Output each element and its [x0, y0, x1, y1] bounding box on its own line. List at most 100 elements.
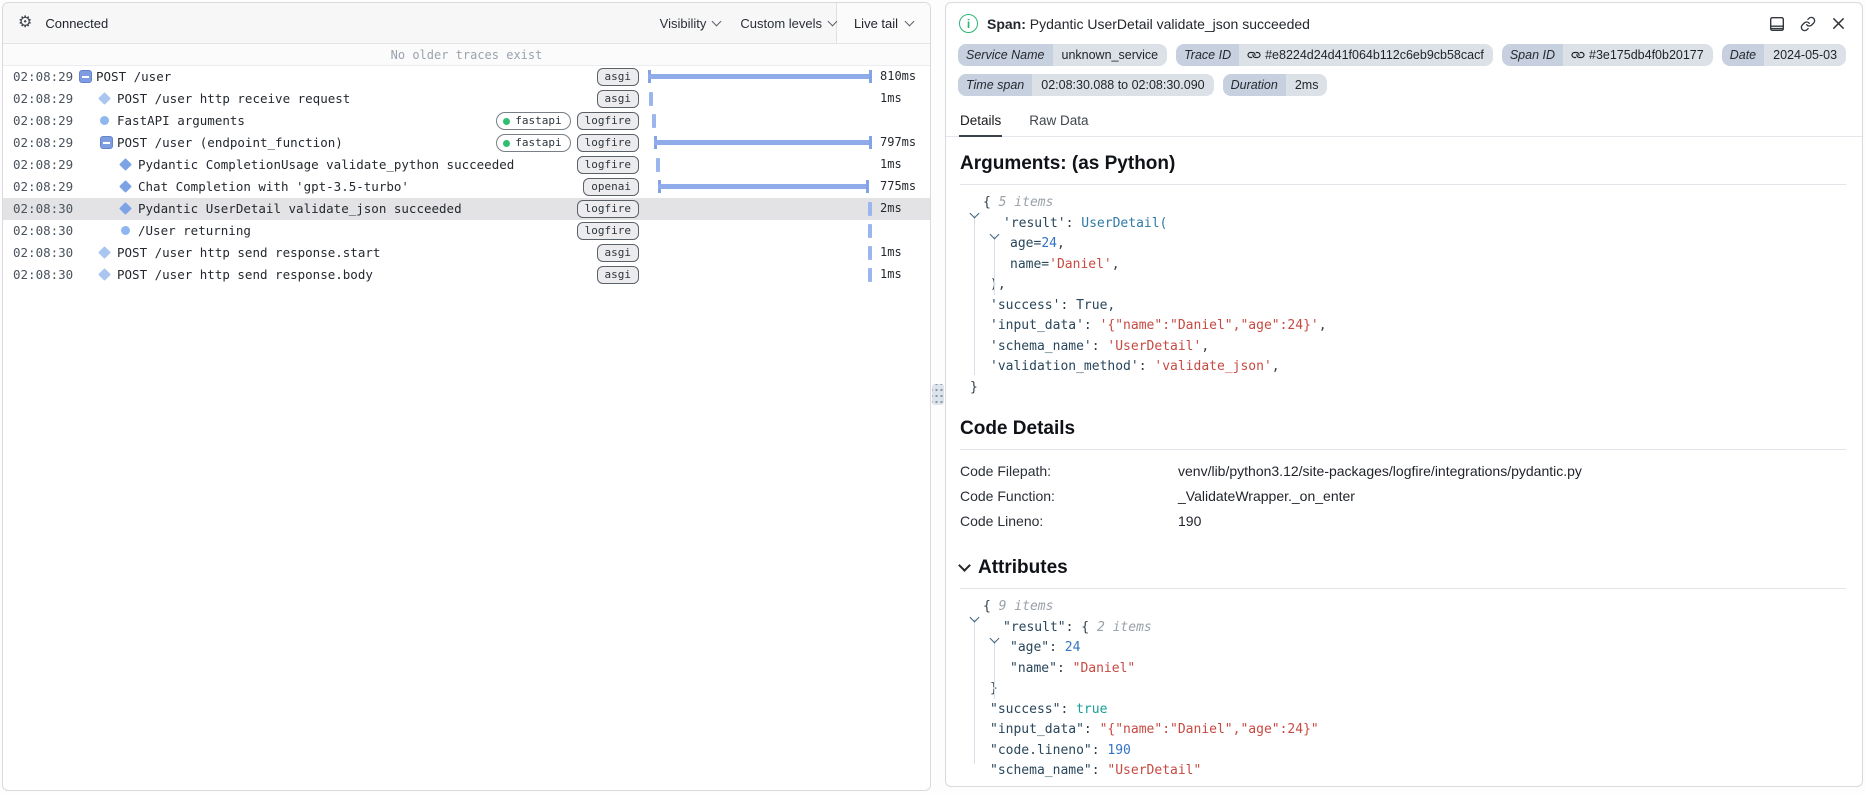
duration-tick — [868, 224, 872, 238]
duration-tick — [867, 202, 872, 216]
duration-bar-zone — [648, 176, 872, 198]
code-token-p: { — [983, 195, 999, 210]
tag-badge-asgi: asgi — [596, 68, 639, 86]
code-line: 'input_data': '{"name":"Daniel","age":24… — [960, 316, 1846, 337]
code-token-p: : — [1060, 297, 1077, 313]
tab-raw-data[interactable]: Raw Data — [1028, 108, 1089, 137]
trace-row-badges: asgi — [596, 266, 639, 284]
trace-row-duration: 1ms — [880, 91, 902, 105]
meta-badge-value: 2ms — [1285, 74, 1328, 96]
copy-link-icon[interactable] — [1800, 16, 1816, 32]
code-token-key: "success" — [990, 701, 1061, 717]
code-detail-value: 190 — [1178, 513, 1202, 529]
tag-badge-logfire: logfire — [576, 156, 639, 174]
code-token-p: : — [1083, 318, 1100, 333]
trace-row-time: 02:08:29 — [13, 69, 74, 84]
collapse-chevron-icon[interactable] — [958, 559, 971, 572]
scope-dot-icon — [503, 117, 511, 125]
code-token-key: 'validation_method' — [990, 359, 1139, 374]
code-token-str: '{"name":"Daniel","age":24}' — [1099, 318, 1319, 333]
duration-bar-zone — [648, 264, 872, 286]
panel-resize-handle[interactable] — [932, 384, 944, 405]
duration-tick — [655, 158, 660, 172]
span-diamond-icon — [119, 180, 132, 193]
custom-levels-dropdown[interactable]: Custom levels — [740, 16, 838, 31]
log-circle-icon — [121, 226, 130, 235]
code-token-p: : — [1083, 722, 1100, 737]
link-icon[interactable] — [1246, 47, 1263, 64]
code-line: "result": { 2 items — [960, 618, 1846, 639]
arguments-heading: Arguments: (as Python) — [960, 153, 1846, 185]
detail-tabs: Details Raw Data — [946, 107, 1862, 137]
collapse-toggle-icon[interactable] — [79, 70, 92, 83]
trace-row[interactable]: 02:08:29 Chat Completion with 'gpt-3.5-tu… — [3, 176, 930, 198]
duration-bar-zone — [648, 132, 873, 154]
meta-badge-service-name: Service Name unknown_service — [958, 44, 1168, 66]
trace-row-time: 02:08:30 — [13, 267, 74, 282]
trace-row-duration: 797ms — [880, 135, 917, 149]
meta-badge-value: #3e175db4f0b20177 — [1563, 44, 1713, 66]
code-detail-label: Code Filepath: — [960, 463, 1052, 479]
tag-badge-asgi: asgi — [596, 90, 639, 108]
code-token-p: } — [970, 379, 978, 395]
dock-panel-icon[interactable] — [1769, 16, 1785, 32]
trace-row[interactable]: 02:08:30 POST /user http send response.st… — [3, 242, 930, 264]
trace-row[interactable]: 02:08:29 Pydantic CompletionUsage validat… — [3, 154, 930, 176]
trace-row-time: 02:08:29 — [13, 157, 74, 172]
tab-details[interactable]: Details — [959, 108, 1003, 137]
trace-row-badges: fastapi logfire — [496, 112, 639, 130]
scope-dot-icon — [503, 139, 511, 147]
trace-row-name: Pydantic UserDetail validate_json succee… — [138, 201, 462, 216]
info-icon: i — [959, 14, 978, 33]
trace-toolbar: ⚙ Connected Visibility Custom levels Liv… — [3, 3, 930, 44]
code-token-items: 2 items — [1096, 619, 1152, 635]
trace-row-name: POST /user http send response.start — [117, 245, 381, 260]
trace-row-badges: logfire — [576, 156, 639, 174]
link-icon[interactable] — [1570, 47, 1587, 64]
collapse-toggle-icon[interactable] — [100, 136, 113, 149]
trace-row[interactable]: 02:08:30/User returning logfire — [3, 220, 930, 242]
visibility-dropdown[interactable]: Visibility — [660, 16, 722, 31]
duration-bar-zone — [648, 198, 872, 220]
trace-row-time: 02:08:29 — [13, 113, 74, 128]
tag-badge-logfire: logfire — [576, 222, 639, 240]
code-token-str: "Daniel" — [1072, 660, 1136, 676]
settings-gear-icon[interactable]: ⚙ — [18, 15, 32, 31]
duration-tick — [649, 92, 654, 106]
code-token-key: "age" — [1010, 640, 1050, 655]
trace-row[interactable]: 02:08:29 POST /user http receive request a… — [3, 88, 930, 110]
trace-row[interactable]: 02:08:29 FastAPI arguments fastapi logfire — [3, 110, 930, 132]
tag-badge-asgi: asgi — [596, 266, 639, 284]
trace-row-name: POST /user — [96, 69, 172, 84]
trace-row-badges: logfire — [576, 222, 639, 240]
span-diamond-icon — [119, 202, 132, 215]
meta-badge-value: unknown_service — [1052, 44, 1168, 66]
code-line: } — [960, 378, 1846, 399]
code-line: "age": 24 — [960, 638, 1846, 659]
meta-badge-value: 02:08:30.088 to 02:08:30.090 — [1032, 74, 1214, 96]
code-line: "schema_name": "UserDetail" — [960, 761, 1846, 782]
duration-bar-zone — [648, 66, 872, 88]
code-detail-value: _ValidateWrapper._on_enter — [1178, 488, 1355, 504]
connection-status: Connected — [45, 15, 109, 31]
code-token-p: { — [983, 599, 999, 614]
trace-row[interactable]: 02:08:29 POST /user (endpoint_function) fa… — [3, 132, 930, 154]
tag-badge-logfire: logfire — [576, 112, 639, 130]
live-tail-dropdown[interactable]: Live tail — [836, 3, 930, 43]
trace-row-time: 02:08:29 — [13, 179, 74, 194]
code-line: name='Daniel', — [960, 255, 1846, 276]
meta-badge-value: 2024-05-03 — [1764, 44, 1847, 66]
code-line: } — [960, 679, 1846, 700]
code-token-call: UserDetail( — [1081, 215, 1168, 231]
trace-row-duration: 775ms — [880, 179, 917, 193]
tag-badge-fastapi: fastapi — [496, 134, 571, 152]
code-token-p: , — [1056, 236, 1065, 251]
trace-row[interactable]: 02:08:30 Pydantic UserDetail validate_jso… — [3, 198, 930, 220]
trace-row-time: 02:08:29 — [13, 91, 74, 106]
meta-badge-date: Date 2024-05-03 — [1721, 44, 1847, 66]
code-token-p: : — [1091, 763, 1108, 778]
trace-row[interactable]: 02:08:29 POST /user asgi 810ms — [3, 66, 930, 88]
close-icon[interactable] — [1831, 16, 1846, 31]
trace-row-name: POST /user http send response.body — [117, 267, 373, 282]
trace-row[interactable]: 02:08:30 POST /user http send response.bo… — [3, 264, 930, 286]
